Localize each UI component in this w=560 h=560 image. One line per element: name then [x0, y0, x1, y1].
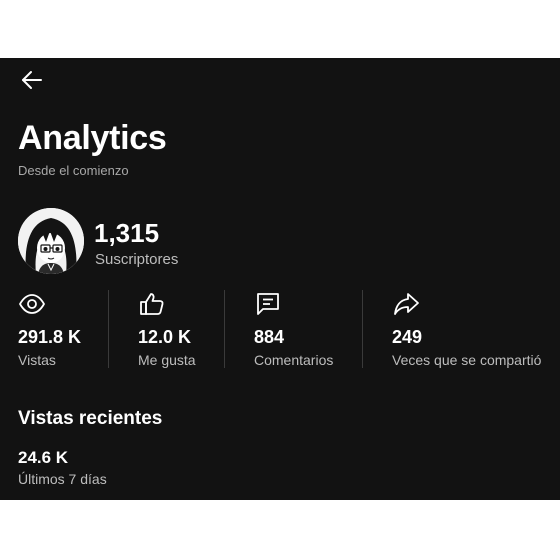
back-button[interactable] — [18, 66, 46, 94]
thumbs-up-icon — [140, 293, 164, 315]
eye-icon — [19, 294, 45, 314]
subscribers-count: 1,315 — [94, 218, 160, 248]
comment-icon — [257, 293, 279, 315]
stat-likes: 12.0 K Me gusta — [138, 290, 224, 368]
comments-value: 884 — [254, 327, 285, 347]
views-value: 291.8 K — [18, 327, 82, 347]
views-label: Vistas — [18, 352, 56, 368]
shares-label: Veces que se compartió — [392, 352, 542, 368]
page-subtitle: Desde el comienzo — [18, 163, 129, 178]
stat-comments: 884 Comentarios — [254, 290, 362, 368]
page-title: Analytics — [18, 119, 167, 157]
anime-avatar-image — [18, 208, 84, 274]
stat-shares: 249 Veces que se compartió — [392, 290, 552, 368]
recent-views-period: Últimos 7 días — [18, 471, 107, 487]
comments-label: Comentarios — [254, 352, 334, 368]
stat-divider — [224, 290, 225, 368]
likes-label: Me gusta — [138, 352, 196, 368]
stat-divider — [362, 290, 363, 368]
recent-views-title: Vistas recientes — [18, 408, 163, 429]
shares-value: 249 — [392, 327, 423, 347]
subscribers-label: Suscriptores — [95, 251, 179, 268]
stat-views: 291.8 K Vistas — [18, 290, 106, 368]
stat-divider — [108, 290, 109, 368]
analytics-screen: Analytics Desde el comienzo 1,315 Suscri… — [0, 58, 560, 500]
avatar — [18, 208, 84, 274]
share-icon — [394, 293, 419, 315]
arrow-left-icon — [22, 71, 42, 89]
likes-value: 12.0 K — [138, 327, 192, 347]
recent-views-value: 24.6 K — [18, 448, 69, 467]
